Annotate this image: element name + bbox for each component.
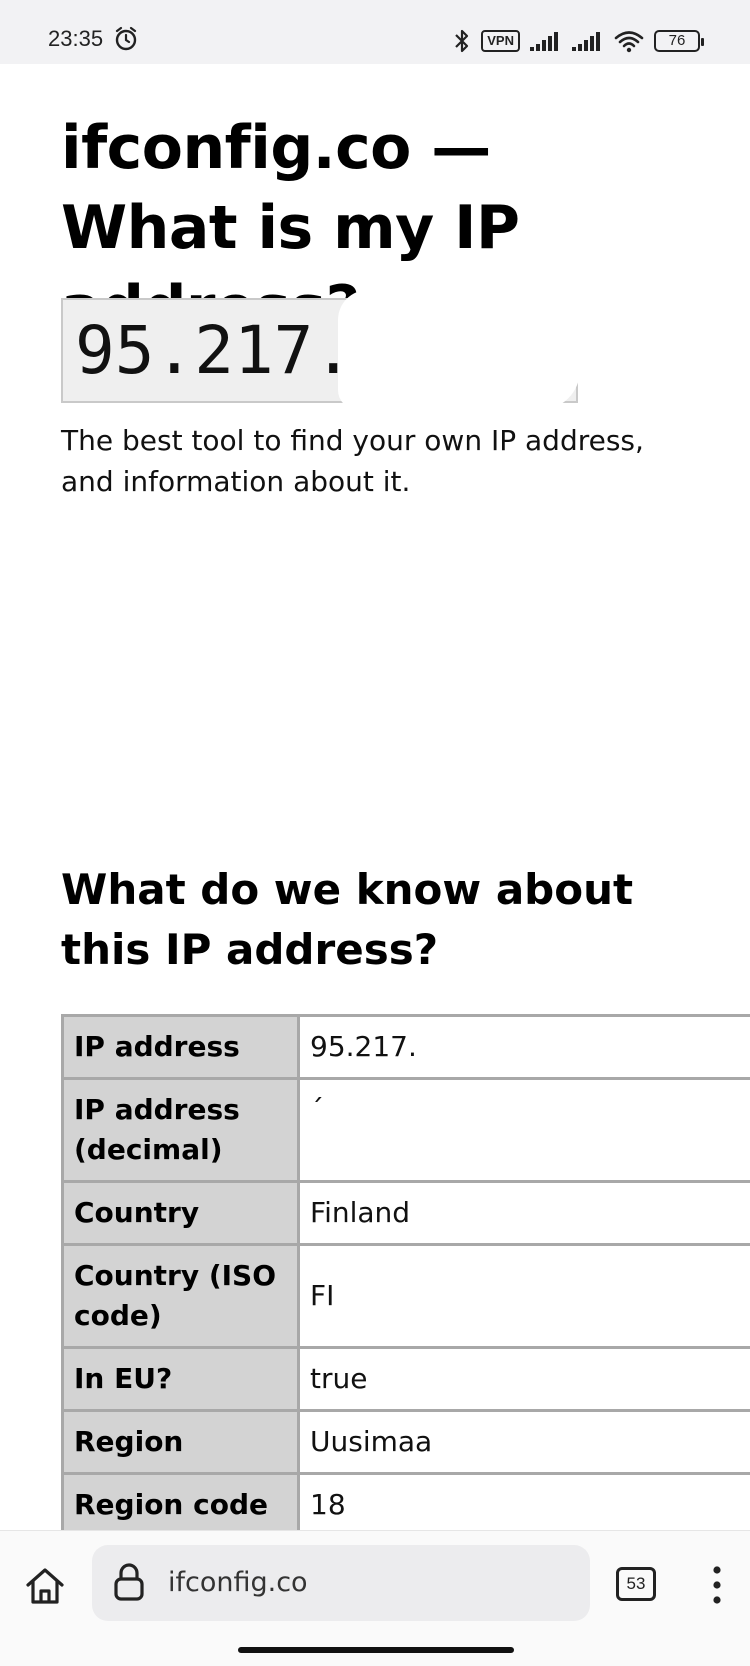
wifi-icon — [614, 31, 644, 53]
alarm-icon — [115, 26, 137, 51]
status-bar: 23:35 VPN 76 — [0, 0, 750, 64]
row-key: Country — [61, 1180, 300, 1246]
section-title: What do we know about this IP address? — [61, 865, 634, 974]
row-value: ´ — [297, 1077, 750, 1183]
row-key: IP address — [61, 1014, 300, 1080]
row-key: Region — [61, 1409, 300, 1475]
address-bar[interactable]: ifconfig.co — [92, 1545, 590, 1621]
table-row: Country (ISO code) FI — [61, 1243, 750, 1349]
lock-icon[interactable] — [114, 1563, 144, 1601]
status-time: 23:35 — [48, 26, 104, 51]
tabs-icon[interactable]: 53 — [616, 1567, 656, 1601]
table-row: Region code 18 — [61, 1472, 750, 1530]
row-key: Country (ISO code) — [61, 1243, 300, 1349]
table-row: Country Finland — [61, 1180, 750, 1246]
row-key: Region code — [61, 1472, 300, 1530]
web-page: ifconfig.co — What is my IP address? 95.… — [0, 64, 750, 1530]
table-row: Region Uusimaa — [61, 1409, 750, 1475]
row-value: FI — [297, 1243, 750, 1349]
home-icon[interactable] — [24, 1565, 66, 1607]
signal-icon — [572, 32, 600, 51]
signal-icon — [530, 32, 558, 51]
status-icons: VPN 76 — [453, 26, 704, 56]
more-vertical-icon[interactable] — [710, 1565, 724, 1605]
vpn-icon: VPN — [481, 30, 520, 52]
row-value: 95.217. — [297, 1014, 750, 1080]
row-value: 18 — [297, 1472, 750, 1530]
bluetooth-icon — [455, 29, 469, 53]
browser-toolbar: ifconfig.co 53 — [0, 1530, 750, 1666]
gesture-bar[interactable] — [238, 1647, 514, 1653]
tagline: The best tool to find your own IP addres… — [61, 424, 644, 498]
ip-info-table: IP address 95.217. IP address (decimal) … — [61, 1014, 750, 1530]
table-row: IP address (decimal) ´ — [61, 1077, 750, 1183]
table-row: IP address 95.217. — [61, 1014, 750, 1080]
row-key: In EU? — [61, 1346, 300, 1412]
battery-icon: 76 — [654, 30, 704, 52]
ip-address-display: 95.217. — [75, 312, 354, 389]
row-value: Finland — [297, 1180, 750, 1246]
url-text[interactable]: ifconfig.co — [168, 1565, 308, 1601]
row-value: Uusimaa — [297, 1409, 750, 1475]
redaction-mask — [338, 290, 580, 410]
row-key: IP address (decimal) — [61, 1077, 300, 1183]
table-row: In EU? true — [61, 1346, 750, 1412]
row-value: true — [297, 1346, 750, 1412]
